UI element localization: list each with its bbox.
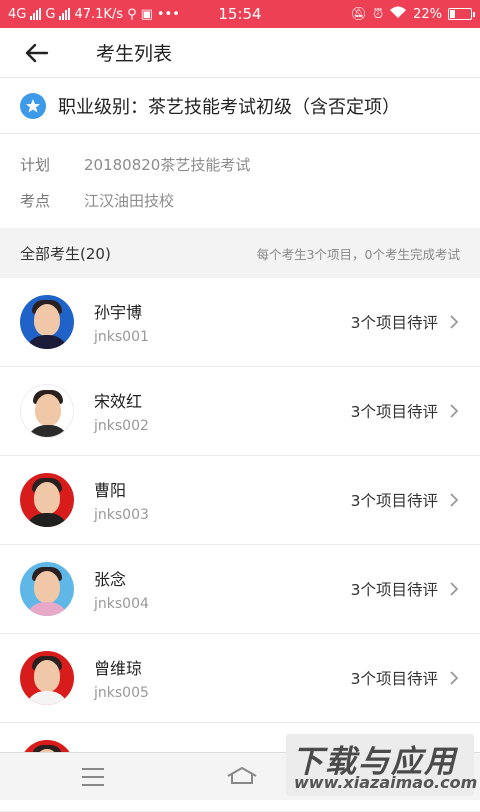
avatar bbox=[20, 473, 74, 527]
home-icon[interactable] bbox=[226, 765, 258, 789]
candidate-status: 3个项目待评 bbox=[350, 492, 438, 510]
candidate-id: jnks003 bbox=[94, 507, 149, 523]
site-value: 江汉油田技校 bbox=[84, 191, 175, 210]
candidate-name: 曹阳 bbox=[94, 481, 127, 500]
chevron-right-icon bbox=[450, 582, 459, 596]
candidate-status: 3个项目待评 bbox=[350, 670, 438, 688]
candidate-id: jnks001 bbox=[94, 329, 149, 345]
avatar bbox=[20, 384, 74, 438]
candidate-row[interactable]: 张念 jnks004 3个项目待评 bbox=[0, 545, 480, 634]
menu-icon[interactable] bbox=[82, 768, 104, 792]
candidate-id: jnks005 bbox=[94, 685, 149, 701]
arrow-left-icon[interactable] bbox=[12, 28, 62, 78]
candidate-status: 3个项目待评 bbox=[350, 314, 438, 332]
group-summary: 每个考生3个项目，0个考生完成考试 bbox=[256, 246, 460, 262]
plan-label: 计划 bbox=[20, 155, 51, 174]
candidate-name: 宋效红 bbox=[94, 392, 143, 411]
candidate-name: 曾维琼 bbox=[94, 659, 143, 678]
avatar bbox=[20, 651, 74, 705]
candidate-status: 3个项目待评 bbox=[350, 403, 438, 421]
battery-icon bbox=[448, 8, 475, 20]
candidate-row[interactable]: 孙宇博 jnks001 3个项目待评 bbox=[0, 278, 480, 367]
candidate-status: 3个项目待评 bbox=[350, 581, 438, 599]
plan-value: 20180820茶艺技能考试 bbox=[84, 155, 251, 174]
watermark: 下载与应用 www.xiazaimao.com bbox=[286, 734, 478, 796]
page-title: 考生列表 bbox=[96, 43, 173, 65]
star-icon bbox=[20, 92, 46, 119]
clock: 15:54 bbox=[218, 5, 262, 23]
candidate-name: 孙宇博 bbox=[94, 303, 143, 322]
chevron-right-icon bbox=[450, 315, 459, 329]
candidate-row[interactable]: 曾维琼 jnks005 3个项目待评 bbox=[0, 634, 480, 723]
level-text: 职业级别：茶艺技能考试初级（含否定项） bbox=[58, 96, 400, 118]
chevron-right-icon bbox=[450, 493, 459, 507]
level-banner: 职业级别：茶艺技能考试初级（含否定项） bbox=[0, 78, 480, 134]
candidate-row[interactable]: 曹阳 jnks003 3个项目待评 bbox=[0, 456, 480, 545]
candidate-id: jnks004 bbox=[94, 596, 149, 612]
avatar bbox=[20, 295, 74, 349]
candidate-names: 曹阳 jnks003 bbox=[94, 477, 149, 523]
candidate-names: 张念 jnks004 bbox=[94, 566, 149, 612]
watermark-url: www.xiazaimao.com bbox=[294, 773, 478, 792]
candidate-list: 孙宇博 jnks001 3个项目待评 宋效红 jnks002 3个项目待评 曹阳 jnks00… bbox=[0, 278, 480, 812]
candidate-names: 宋效红 jnks002 bbox=[94, 388, 149, 434]
site-label: 考点 bbox=[20, 191, 51, 210]
candidate-names: 孙宇博 jnks001 bbox=[94, 299, 149, 345]
candidate-row[interactable]: 宋效红 jnks002 3个项目待评 bbox=[0, 367, 480, 456]
candidate-name: 张念 bbox=[94, 570, 127, 589]
group-title: 全部考生(20) bbox=[20, 244, 111, 263]
avatar bbox=[20, 562, 74, 616]
candidate-id: jnks002 bbox=[94, 418, 149, 434]
chevron-right-icon bbox=[450, 671, 459, 685]
candidate-group-header: 全部考生(20) 每个考生3个项目，0个考生完成考试 bbox=[0, 228, 480, 278]
exam-details: 计划 20180820茶艺技能考试 考点 江汉油田技校 bbox=[0, 146, 480, 218]
status-bar: 4G G 47.1K/s ⚲ ▣ ••• 15:54 🔕︎ ⏰︎ 22% bbox=[0, 0, 480, 28]
candidate-names: 曾维琼 jnks005 bbox=[94, 655, 149, 701]
app-bar: 考生列表 bbox=[0, 28, 480, 78]
chevron-right-icon bbox=[450, 404, 459, 418]
